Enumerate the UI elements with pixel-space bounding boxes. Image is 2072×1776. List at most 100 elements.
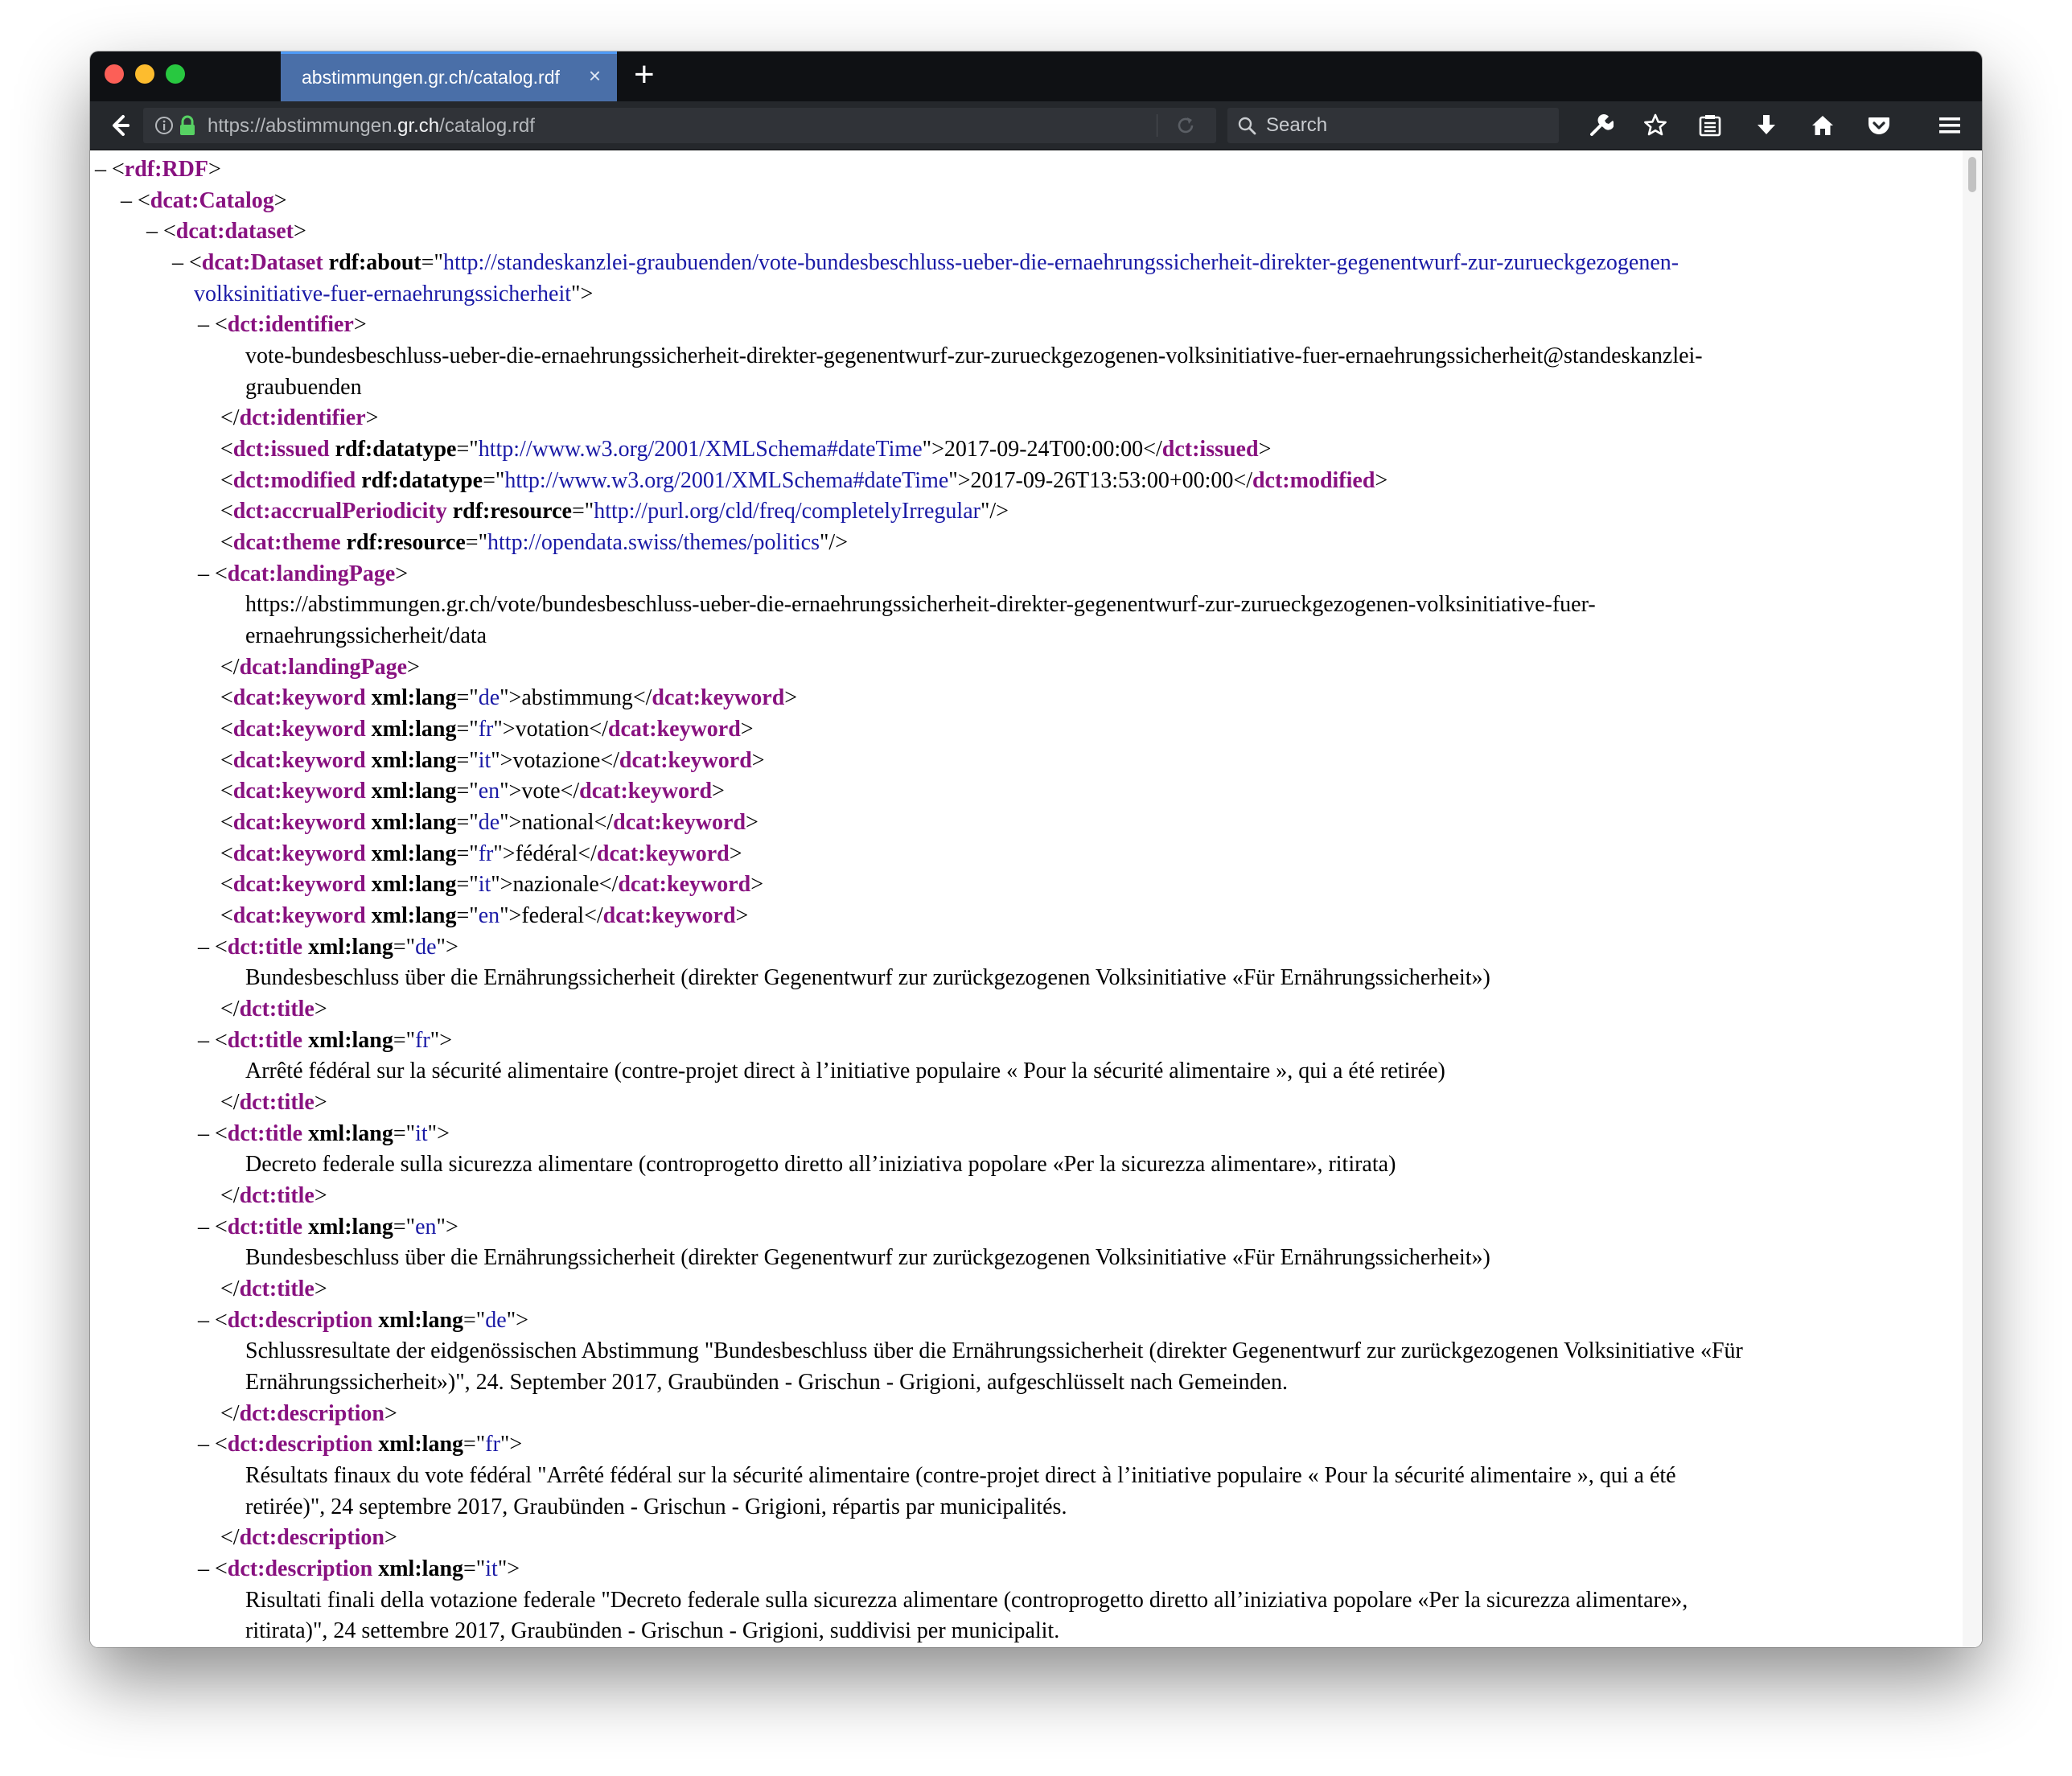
tag-name: dcat:keyword (232, 717, 366, 742)
tab-catalog-rdf[interactable]: abstimmungen.gr.ch/catalog.rdf × (281, 51, 617, 101)
reload-icon[interactable] (1174, 114, 1197, 137)
title-open: – <dct:title xml:lang="en"> (198, 1215, 458, 1240)
attr-value: it (478, 748, 491, 773)
collapse-toggle[interactable]: – (198, 935, 209, 960)
element-text: 2017-09-26T13:53:00+00:00 (970, 468, 1234, 493)
attr-value: it (485, 1556, 498, 1581)
tag-name: dcat:dataset (175, 219, 294, 244)
description-open: – <dct:description xml:lang="it"> (198, 1556, 520, 1581)
url-text[interactable]: https://abstimmungen.gr.ch/catalog.rdf (208, 115, 535, 138)
keyword-element: <dcat:keyword xml:lang="de">national</dc… (220, 810, 758, 835)
collapse-toggle[interactable]: – (198, 1308, 209, 1333)
tag-name: dct:title (239, 1090, 314, 1115)
collapse-toggle[interactable]: – (198, 1215, 209, 1240)
tag-name: dct:description (227, 1432, 373, 1457)
download-icon[interactable] (1753, 113, 1779, 138)
tag-name: dcat:Dataset (201, 250, 323, 275)
collapse-toggle[interactable]: – (198, 561, 209, 586)
landing-close: </dcat:landingPage> (220, 655, 420, 680)
attr-value: http://www.w3.org/2001/XMLSchema#dateTim… (478, 437, 923, 462)
attr-value: de (478, 685, 500, 710)
home-icon[interactable] (1810, 113, 1836, 138)
element-text: abstimmung (521, 685, 633, 710)
element-text: national (521, 810, 594, 835)
attr-name: xml:lang (371, 717, 457, 742)
collapse-toggle[interactable]: – (146, 219, 158, 244)
identifier-text-cont: graubuenden (245, 375, 362, 400)
pocket-icon[interactable] (1866, 113, 1892, 138)
element-text: fédéral (515, 841, 578, 866)
attr-name: xml:lang (308, 1121, 393, 1146)
tag-name: dct:issued (232, 437, 330, 462)
tag-name: dcat:keyword (607, 717, 741, 742)
attr-value: de (485, 1308, 507, 1333)
lock-icon (180, 115, 195, 135)
browser-window: abstimmungen.gr.ch/catalog.rdf × + https… (90, 51, 1982, 1647)
title-close: </dct:title> (220, 997, 327, 1022)
element-text: votation (515, 717, 590, 742)
menu-icon[interactable] (1937, 113, 1963, 138)
tag-name: dcat:keyword (602, 903, 736, 928)
attr-value: de (478, 810, 500, 835)
vertical-scrollbar[interactable] (1963, 150, 1982, 1647)
attr-name: xml:lang (378, 1556, 464, 1581)
description-text: Schlussresultate der eidgenössischen Abs… (245, 1338, 1743, 1363)
element-text: vote (521, 779, 561, 804)
tag-name: dct:title (239, 1276, 314, 1301)
window-zoom-button[interactable] (166, 64, 185, 84)
scrollbar-thumb[interactable] (1968, 157, 1976, 192)
back-icon[interactable] (103, 109, 137, 142)
description-open: – <dct:description xml:lang="fr"> (198, 1432, 523, 1457)
reader-list-icon[interactable] (1697, 113, 1723, 138)
identifier-open: – <dct:identifier> (198, 312, 367, 337)
title-close: </dct:title> (220, 1276, 327, 1301)
title-text: Arrêté fédéral sur la sécurité alimentai… (245, 1059, 1445, 1083)
tag-name: dcat:keyword (232, 903, 366, 928)
wrench-icon[interactable] (1588, 113, 1614, 138)
attr-value: en (478, 779, 500, 804)
url-bar[interactable]: https://abstimmungen.gr.ch/catalog.rdf (143, 108, 1216, 143)
tab-close-icon[interactable]: × (589, 64, 601, 88)
tag-name: dct:title (239, 1183, 314, 1208)
search-input[interactable] (1266, 111, 1540, 140)
element-text: federal (521, 903, 585, 928)
rdf-root-open: – <rdf:RDF> (95, 157, 221, 182)
element-text: nazionale (512, 872, 599, 897)
tag-name: dcat:keyword (596, 841, 730, 866)
xml-document: – <rdf:RDF> – <dcat:Catalog> – <dcat:dat… (90, 150, 1963, 1647)
identifier-text: vote-bundesbeschluss-ueber-die-ernaehrun… (245, 343, 1703, 368)
collapse-toggle[interactable]: – (198, 1121, 209, 1146)
tag-name: dcat:Catalog (150, 188, 274, 213)
window-close-button[interactable] (105, 64, 124, 84)
collapse-toggle[interactable]: – (172, 250, 183, 275)
keyword-element: <dcat:keyword xml:lang="en">federal</dca… (220, 903, 749, 928)
keyword-element: <dcat:keyword xml:lang="en">vote</dcat:k… (220, 779, 725, 804)
attr-name: xml:lang (308, 1028, 393, 1053)
collapse-toggle[interactable]: – (198, 1432, 209, 1457)
attr-value: it (478, 872, 491, 897)
dataset-open: – <dcat:Dataset rdf:about="http://stande… (172, 250, 1679, 275)
window-minimize-button[interactable] (135, 64, 154, 84)
bookmark-star-icon[interactable] (1642, 113, 1668, 138)
attr-value: http://standeskanzlei-graubuenden/vote-b… (443, 250, 1679, 275)
attr-name: rdf:datatype (335, 437, 457, 462)
keyword-element: <dcat:keyword xml:lang="it">nazionale</d… (220, 872, 764, 897)
catalog-open: – <dcat:Catalog> (121, 188, 287, 213)
attr-name: xml:lang (371, 779, 457, 804)
dataset-open-cont: volksinitiative-fuer-ernaehrungssicherhe… (194, 282, 594, 306)
info-icon[interactable] (154, 116, 174, 135)
collapse-toggle[interactable]: – (121, 188, 132, 213)
attr-name: xml:lang (308, 935, 393, 960)
collapse-toggle[interactable]: – (95, 157, 106, 182)
tag-name: dct:title (227, 935, 303, 960)
collapse-toggle[interactable]: – (198, 1556, 209, 1581)
description-open: – <dct:description xml:lang="de"> (198, 1308, 528, 1333)
search-bar[interactable] (1227, 108, 1559, 143)
collapse-toggle[interactable]: – (198, 1028, 209, 1053)
identifier-close: </dct:identifier> (220, 405, 379, 430)
tag-name: dct:title (239, 997, 314, 1022)
keyword-element: <dcat:keyword xml:lang="de">abstimmung</… (220, 685, 798, 710)
collapse-toggle[interactable]: – (198, 312, 209, 337)
new-tab-button[interactable]: + (634, 55, 655, 95)
tag-name: dcat:keyword (613, 810, 746, 835)
